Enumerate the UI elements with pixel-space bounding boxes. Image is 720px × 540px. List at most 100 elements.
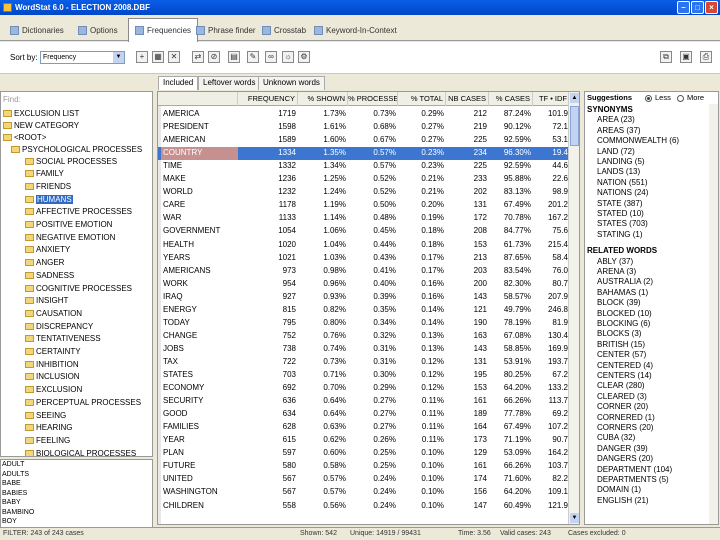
word-list-item[interactable]: ADULTS — [2, 471, 29, 479]
table-row[interactable]: TAX 722 0.73% 0.31% 0.12% 131 53.91% 193.7 — [158, 356, 570, 369]
suggestion-item[interactable]: BLOCK (39) — [597, 298, 641, 309]
tree-item-child[interactable]: SEEING — [25, 409, 66, 421]
suggestion-item[interactable]: DEPARTMENT (104) — [597, 465, 672, 476]
word-list-item[interactable]: BABY — [2, 499, 21, 507]
tree-item-child[interactable]: AFFECTIVE PROCESSES — [25, 206, 132, 218]
tab-crosstab[interactable]: Crosstab — [256, 20, 312, 41]
table-row[interactable]: STATES 703 0.71% 0.30% 0.12% 195 80.25% 67.2 — [158, 369, 570, 382]
tab-kwic[interactable]: Keyword-In-Context — [308, 20, 403, 41]
suggestion-item[interactable]: CENTER (57) — [597, 350, 646, 361]
suggestion-item[interactable]: AREAS (37) — [597, 126, 641, 137]
suggestion-item[interactable]: STATED (10) — [597, 209, 644, 220]
tab-phrase-finder[interactable]: Phrase finder — [190, 20, 262, 41]
tree-item-child[interactable]: ANXIETY — [25, 244, 70, 256]
save-icon[interactable]: ▣ — [680, 51, 692, 63]
table-row[interactable]: ENERGY 815 0.82% 0.35% 0.14% 121 49.79% 246.8 — [158, 304, 570, 317]
minimize-button[interactable]: – — [677, 1, 690, 14]
copy-icon[interactable]: ⧉ — [660, 51, 672, 63]
word-list-item[interactable]: BABIES — [2, 490, 27, 498]
move-icon[interactable]: ⇄ — [192, 51, 204, 63]
table-row[interactable]: PRESIDENT 1598 1.61% 0.68% 0.27% 219 90.12% 72.… — [158, 121, 570, 134]
tree-item-child[interactable]: TENTATIVENESS — [25, 333, 101, 345]
suggestion-item[interactable]: AREA (23) — [597, 115, 635, 126]
column-header[interactable]: % PROCESSED — [348, 92, 398, 106]
column-header[interactable]: FREQUENCY — [238, 92, 298, 106]
print-icon[interactable]: ⎙ — [700, 51, 712, 63]
settings-icon[interactable]: ⚙ — [298, 51, 310, 63]
table-row[interactable]: GOVERNMENT 1054 1.06% 0.45% 0.18% 208 84.77% 75… — [158, 225, 570, 238]
subtab-unknown[interactable]: Unknown words — [258, 76, 325, 90]
table-row[interactable]: ECONOMY 692 0.70% 0.29% 0.12% 153 64.20% 133.2 — [158, 382, 570, 395]
tree-item-child[interactable]: FRIENDS — [25, 180, 71, 192]
suggestion-item[interactable]: DOMAIN (1) — [597, 485, 641, 496]
tree-item-child[interactable]: FEELING — [25, 434, 70, 446]
tree-item-child[interactable]: PERCEPTUAL PROCESSES — [25, 396, 141, 408]
tree-item-child[interactable]: HEARING — [25, 422, 72, 434]
subtab-included[interactable]: Included — [158, 76, 199, 90]
table-row[interactable]: AMERICAN 1589 1.60% 0.67% 0.27% 225 92.59% 53.1 — [158, 134, 570, 147]
tree-item-new-category[interactable]: NEW CATEGORY — [3, 119, 79, 131]
table-row[interactable]: TIME 1332 1.34% 0.57% 0.23% 225 92.59% 44.6 — [158, 160, 570, 173]
table-row[interactable]: AMERICANS 973 0.98% 0.41% 0.17% 203 83.54% 76.0 — [158, 265, 570, 278]
exclude-icon[interactable]: ⊘ — [208, 51, 220, 63]
tree-item-child[interactable]: HUMANS — [25, 193, 73, 205]
suggestion-item[interactable]: BLOCKED (10) — [597, 309, 652, 320]
word-list-item[interactable]: BOY — [2, 518, 17, 526]
word-list-item[interactable]: BAMBINO — [2, 509, 34, 517]
suggestion-item[interactable]: DEPARTMENTS (5) — [597, 475, 669, 486]
suggestion-item[interactable]: ABLY (37) — [597, 257, 633, 268]
table-row[interactable]: MAKE 1236 1.25% 0.52% 0.21% 233 95.88% 22.6 — [158, 173, 570, 186]
tree-item-child[interactable]: SOCIAL PROCESSES — [25, 155, 117, 167]
table-row[interactable]: CARE 1178 1.19% 0.50% 0.20% 131 67.49% 201.2 — [158, 199, 570, 212]
table-row[interactable]: CHANGE 752 0.76% 0.32% 0.13% 163 67.08% 130.4 — [158, 330, 570, 343]
table-row[interactable]: PLAN 597 0.60% 0.25% 0.10% 129 53.09% 164.2 — [158, 447, 570, 460]
table-row[interactable]: WORLD 1232 1.24% 0.52% 0.21% 202 83.13% 98.9 — [158, 186, 570, 199]
column-header[interactable]: % TOTAL — [398, 92, 446, 106]
tab-dictionaries[interactable]: Dictionaries — [4, 20, 70, 41]
suggestion-item[interactable]: CORNER (20) — [597, 402, 648, 413]
table-row[interactable]: WORK 954 0.96% 0.40% 0.16% 200 82.30% 80.7 — [158, 278, 570, 291]
suggestion-item[interactable]: CORNERS (20) — [597, 423, 653, 434]
suggestion-item[interactable]: CUBA (32) — [597, 433, 635, 444]
tree-item-child[interactable]: CAUSATION — [25, 307, 82, 319]
word-list-item[interactable]: BABE — [2, 480, 21, 488]
lightbulb-icon[interactable]: ☼ — [282, 51, 294, 63]
suggestion-item[interactable]: CENTERED (4) — [597, 361, 653, 372]
tree-item-psych[interactable]: PSYCHOLOGICAL PROCESSES — [11, 143, 142, 155]
table-row[interactable]: CHILDREN 558 0.56% 0.24% 0.10% 147 60.49% 121.9 — [158, 500, 570, 513]
suggestion-item[interactable]: CLEARED (3) — [597, 392, 647, 403]
tree-item-child[interactable]: POSITIVE EMOTION — [25, 219, 112, 231]
table-row[interactable]: HEALTH 1020 1.04% 0.44% 0.18% 153 61.73% 215.4 — [158, 239, 570, 252]
column-header[interactable]: % CASES — [489, 92, 533, 106]
radio-less[interactable] — [645, 95, 652, 102]
tree-search-label[interactable]: Find: — [3, 93, 21, 105]
table-row[interactable]: GOOD 634 0.64% 0.27% 0.11% 189 77.78% 69.2 — [158, 408, 570, 421]
table-row[interactable]: TODAY 795 0.80% 0.34% 0.14% 190 78.19% 81.9 — [158, 317, 570, 330]
table-row[interactable]: YEARS 1021 1.03% 0.43% 0.17% 213 87.65% 58.4 — [158, 252, 570, 265]
spell-icon[interactable]: ✎ — [247, 51, 259, 63]
column-header[interactable]: % SHOWN — [298, 92, 348, 106]
close-button[interactable]: × — [705, 1, 718, 14]
suggestion-item[interactable]: BAHAMAS (1) — [597, 288, 648, 299]
table-row[interactable]: IRAQ 927 0.93% 0.39% 0.16% 143 58.57% 207.9 — [158, 291, 570, 304]
table-row[interactable]: FAMILIES 628 0.63% 0.27% 0.11% 164 67.49% 107.2 — [158, 421, 570, 434]
tree-item-child[interactable]: DISCREPANCY — [25, 320, 93, 332]
add-word-icon[interactable]: + — [136, 51, 148, 63]
suggestion-item[interactable]: LAND (72) — [597, 147, 635, 158]
scroll-up-icon[interactable]: ▲ — [570, 93, 579, 103]
tree-item-root[interactable]: <ROOT> — [3, 131, 46, 143]
grid-scrollbar[interactable]: ▲ ▼ — [568, 92, 579, 524]
table-row[interactable]: WASHINGTON 567 0.57% 0.24% 0.10% 156 64.20% 109… — [158, 486, 570, 499]
table-row[interactable]: SECURITY 636 0.64% 0.27% 0.11% 161 66.26% 113.7 — [158, 395, 570, 408]
tab-options[interactable]: Options — [72, 20, 124, 41]
tree-item-child[interactable]: INHIBITION — [25, 358, 79, 370]
suggestion-item[interactable]: ARENA (3) — [597, 267, 636, 278]
column-header[interactable] — [161, 92, 238, 106]
subtab-leftover[interactable]: Leftover words — [198, 76, 261, 90]
tree-item-child[interactable]: SADNESS — [25, 269, 74, 281]
tree-item-exclusion[interactable]: EXCLUSION LIST — [3, 107, 79, 119]
table-row[interactable]: YEAR 615 0.62% 0.26% 0.11% 173 71.19% 90.7 — [158, 434, 570, 447]
suggestion-item[interactable]: BRITISH (15) — [597, 340, 645, 351]
suggestion-item[interactable]: NATIONS (24) — [597, 188, 648, 199]
suggestion-item[interactable]: ENGLISH (21) — [597, 496, 649, 507]
